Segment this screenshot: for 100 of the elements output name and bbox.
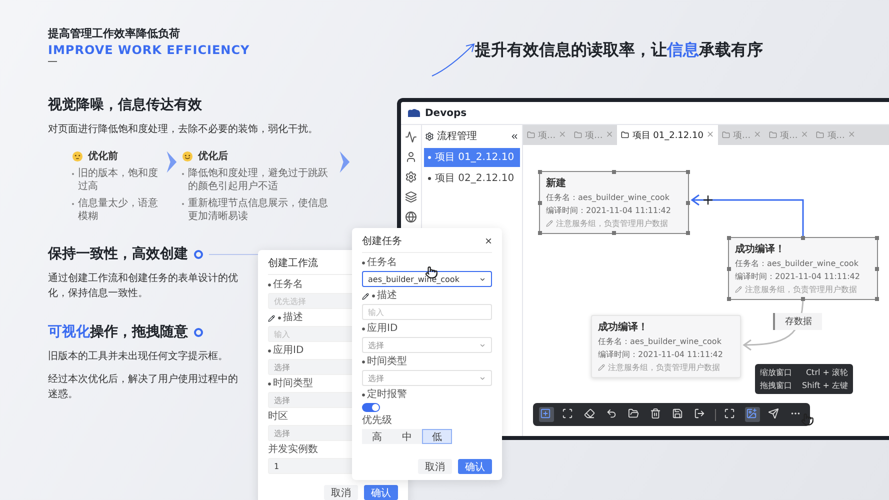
pencil-icon [735,286,742,293]
tree-item[interactable]: 项目 01_2.12.10 [424,148,520,167]
node-note: 注意服务组，负责管理用户数据 [745,284,857,295]
node-task: 任务名：aes_builder_wine_cook [546,192,670,203]
node-note: 注意服务组，负责管理用户数据 [608,362,720,373]
field-label: 描述 [372,290,397,302]
user-icon[interactable] [405,151,417,163]
form-title: 创建任务 [362,234,402,248]
panel-title: 流程管理 [437,130,478,143]
node-time: 编译时间：2021-11-04 11:11:42 [546,205,672,216]
node-time: 编译时间：2021-11-04 11:11:42 [598,349,724,360]
settings-icon [425,132,434,140]
group-label: 优化前 [88,150,118,163]
bullet-text: 降低饱和度处理，避免过于跳跃的颜色引起用户不适 [188,167,329,193]
thinking-face-icon [72,150,83,162]
folder-icon [816,131,824,139]
toggle-switch[interactable] [362,403,380,412]
folder-icon [574,131,582,139]
field-label: 任务名 [268,279,303,291]
section-description: 旧版本的工具并未出现任何文字提示框。 [48,350,229,364]
hand-cursor-icon [801,413,814,426]
settings-icon[interactable] [405,171,417,183]
caret-icon [479,276,486,282]
select-field[interactable]: 选择 [362,370,492,386]
node-task: 任务名：aes_builder_wine_cook [735,258,860,269]
field-label: 应用ID [362,323,398,335]
field-label: 时区 [268,411,288,423]
field-label: 应用ID [268,345,304,357]
pencil-icon [546,220,553,227]
priority-option[interactable]: 低 [422,429,452,444]
tab[interactable]: 项... × [523,125,570,145]
close-icon[interactable]: × [800,130,808,140]
section-description: 对页面进行降低饱和度处理，去除不必要的装饰，弱化干扰。 [48,122,319,137]
tab[interactable]: 项... × [718,125,766,145]
square-plus-icon[interactable] [539,407,554,422]
node-task: 任务名：aes_builder_wine_cook [598,336,722,347]
cancel-button[interactable]: 取消 [418,459,452,474]
caret-icon [479,374,486,382]
node-note: 注意服务组，负责管理用户数据 [556,218,668,229]
collapse-icon[interactable] [510,132,519,140]
close-icon[interactable]: × [706,130,714,140]
section-title: 视觉降噪，信息传达有效 [48,96,202,114]
tree-item[interactable]: 项目 02_2.12.10 [424,169,520,188]
ring-marker-icon [194,250,203,258]
folder-icon [769,131,778,139]
ring-marker-icon [194,328,203,336]
tab[interactable]: 项目 01_2.12.10 × [617,125,718,145]
caret-icon [479,342,486,348]
flow-node[interactable]: 成功编译！ 任务名：aes_builder_wine_cook 编译时间：2021-11-04 11:11:42 注意服务组，负责管理用户数据 [591,315,741,378]
folder-icon [527,131,535,139]
tooltip-keys: Ctrl + 滚轮 [806,367,848,378]
app-title: Devops [425,108,467,118]
close-icon[interactable]: × [606,130,614,140]
headline: 提升有效信息的读取率，让信息承载有序 [475,40,763,61]
tooltip-keys: Shift + 左键 [802,380,848,391]
smiling-face-icon [182,150,193,162]
tab[interactable]: 项... × [570,125,618,145]
section-description: 经过本次优化后，解决了用户使用过程中的迷惑。 [48,372,238,402]
field-label: 描述 [278,312,303,324]
tab[interactable]: 项... × [812,125,860,145]
close-icon[interactable]: × [754,130,762,140]
field-label: 时间类型 [362,356,407,368]
chevron-icon [338,149,350,175]
tooltip-action: 拖拽窗口 [760,380,792,391]
cancel-button[interactable]: 取消 [324,485,358,500]
select-field[interactable]: 选择 [362,337,492,353]
close-icon[interactable]: × [848,130,856,140]
bullet-text: 信息量太少，语意模糊 [78,197,159,223]
layers-icon[interactable] [405,191,417,203]
cloud-logo-icon [407,108,421,118]
image-icon[interactable] [745,407,760,422]
priority-option[interactable]: 高 [362,429,392,444]
crosshair-cursor-icon [701,193,715,207]
node-title: 成功编译！ [598,320,649,334]
section-title: 保持一致性，高效创建 [48,245,188,263]
node-title: 成功编译！ [735,242,786,256]
confirm-button[interactable]: 确认 [364,485,398,500]
bullet-text: 重新梳理节点信息展示，使信息更加清晰易读 [188,197,329,223]
tab[interactable]: 项... × [765,125,812,145]
confirm-button[interactable]: 确认 [458,459,492,474]
section-title: 可视化操作，拖拽随意 [48,323,188,341]
folder-icon [621,131,630,139]
section-description: 通过创建工作流和创建任务的表单设计的优化，保持信息一致性。 [48,272,238,301]
globe-icon[interactable] [405,211,417,223]
node-tag: 存数据 [773,313,822,330]
input-field[interactable]: 输入 [362,304,492,320]
activity-icon[interactable] [405,131,417,143]
close-button[interactable]: × [484,234,492,248]
close-icon[interactable]: × [558,130,566,140]
node-title: 新建 [546,176,567,190]
flow-node[interactable]: 成功编译！ 任务名：aes_builder_wine_cook 编译时间：2021-11-04 11:11:42 注意服务组，负责管理用户数据 [728,237,878,300]
field-label: 时间类型 [268,378,313,390]
field-label: 定时报警 [362,389,407,401]
pencil-icon [598,364,605,371]
group-label: 优化后 [198,150,228,163]
field-label: 并发实例数 [268,444,318,456]
select-field[interactable]: aes_builder_wine_cook [362,271,492,287]
flow-node[interactable]: 新建 任务名：aes_builder_wine_cook 编译时间：2021-11-04 11:11:42 注意服务组，负责管理用户数据 [539,171,689,234]
page-title: 提高管理工作效率降低负荷 [48,26,181,41]
field-label: 任务名 [362,257,397,269]
